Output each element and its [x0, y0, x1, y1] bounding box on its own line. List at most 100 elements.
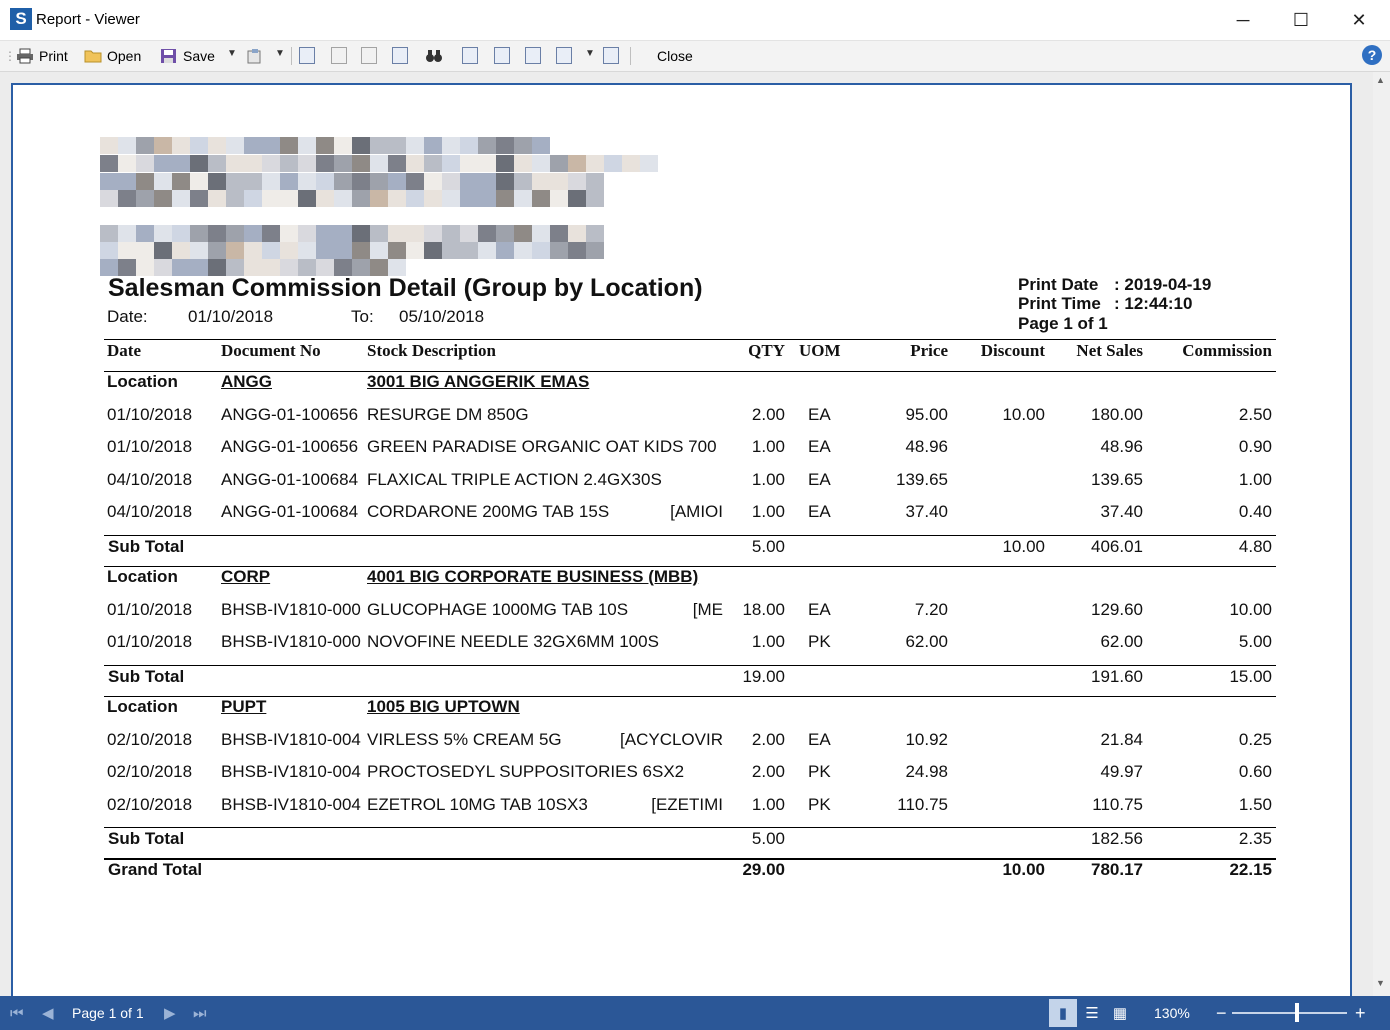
- redaction-pixel: [568, 242, 586, 259]
- bookmarks-icon[interactable]: [299, 47, 315, 64]
- redaction-pixel: [370, 225, 388, 242]
- cell-uom: PK: [808, 762, 831, 781]
- date-from: 01/10/2018: [188, 307, 274, 326]
- cell-comm: 0.40: [1238, 502, 1272, 521]
- cell-net: 49.97: [1100, 762, 1143, 781]
- save-dropdown-chevron-icon[interactable]: ▼: [227, 48, 237, 59]
- redaction-pixel: [406, 225, 424, 242]
- scroll-down-icon[interactable]: ▼: [1376, 978, 1385, 988]
- page-width-icon[interactable]: [603, 47, 619, 64]
- redaction-pixel: [406, 173, 424, 190]
- scroll-up-icon[interactable]: ▲: [1376, 75, 1385, 85]
- toolbar-separator: [291, 47, 292, 65]
- redaction-pixel: [460, 190, 478, 207]
- column-header-stock-description: Stock Description: [367, 341, 496, 360]
- cell-uom: EA: [808, 404, 831, 424]
- cell-doc: ANGG-01-100656: [221, 437, 359, 456]
- column-header-discount: Discount: [980, 341, 1045, 360]
- copy-icon[interactable]: [361, 47, 377, 64]
- cell-comm: 0.90: [1238, 437, 1272, 456]
- parameters-icon[interactable]: [331, 47, 347, 64]
- close-window-button[interactable]: ✕: [1330, 0, 1388, 40]
- export-dropdown-chevron-icon[interactable]: ▼: [275, 48, 285, 59]
- single-page-icon[interactable]: [462, 47, 478, 64]
- continuous-view-icon[interactable]: ☰: [1078, 999, 1106, 1027]
- subtotal-top-rule: [104, 534, 1276, 536]
- cell-net: 180.00: [1091, 404, 1143, 424]
- redaction-pixel: [316, 137, 334, 154]
- export-button[interactable]: [246, 45, 269, 67]
- redaction-pixel: [514, 242, 532, 259]
- grip-handle: ⋮: [4, 49, 16, 63]
- pages-dropdown-chevron-icon[interactable]: ▼: [585, 48, 595, 59]
- redaction-pixel: [424, 155, 442, 172]
- redaction-pixel: [262, 155, 280, 172]
- thumbnails-icon[interactable]: [392, 47, 408, 64]
- last-page-icon[interactable]: ⏭: [193, 996, 207, 1030]
- zoom-in-button[interactable]: +: [1355, 996, 1366, 1030]
- cell-doc: ANGG-01-100684: [221, 469, 359, 489]
- redaction-pixel: [298, 190, 316, 207]
- cell-comm: 15.00: [1229, 666, 1272, 686]
- two-pages-icon[interactable]: [525, 47, 541, 64]
- redaction-pixel: [514, 155, 532, 172]
- redaction-pixel: [172, 173, 190, 190]
- redaction-pixel: [154, 242, 172, 259]
- redaction-pixel: [118, 173, 136, 190]
- cell-price: 48.96: [905, 437, 948, 456]
- minimize-button[interactable]: ─: [1214, 0, 1272, 40]
- redaction-pixel: [406, 155, 424, 172]
- print-button[interactable]: Print: [16, 45, 68, 67]
- redaction-pixel: [388, 155, 406, 172]
- redaction-pixel: [136, 155, 154, 172]
- column-header-price: Price: [910, 341, 948, 360]
- to-label: To:: [351, 307, 374, 326]
- cell-desc: PROCTOSEDYL SUPPOSITORIES 6SX2: [367, 762, 685, 781]
- column-header-commission: Commission: [1182, 341, 1272, 360]
- redaction-pixel: [190, 225, 208, 242]
- redaction-pixel: [568, 225, 586, 242]
- next-page-icon[interactable]: ▶: [164, 996, 176, 1030]
- multi-page-view-icon[interactable]: ▦: [1106, 999, 1134, 1027]
- redaction-pixel: [226, 173, 244, 190]
- continuous-page-icon[interactable]: [494, 47, 510, 64]
- close-report-button[interactable]: Close: [657, 45, 693, 67]
- redaction-pixel: [442, 225, 460, 242]
- zoom-slider[interactable]: [1232, 1012, 1347, 1014]
- first-page-icon[interactable]: ⏮: [10, 996, 24, 1030]
- zoom-out-button[interactable]: −: [1216, 996, 1227, 1030]
- single-page-view-icon[interactable]: ▮: [1049, 999, 1077, 1027]
- maximize-button[interactable]: ☐: [1272, 0, 1330, 40]
- cell-date: 02/10/2018: [107, 794, 193, 814]
- save-button[interactable]: Save: [160, 45, 215, 67]
- multiple-pages-icon[interactable]: [556, 47, 572, 64]
- redaction-pixel: [388, 242, 406, 259]
- cell-uom: EA: [808, 502, 831, 521]
- cell-net: 21.84: [1100, 729, 1143, 749]
- cell-date: 04/10/2018: [107, 502, 193, 521]
- cell-date: 01/10/2018: [107, 437, 193, 456]
- redaction-pixel: [550, 155, 568, 172]
- cell-desc: GREEN PARADISE ORGANIC OAT KIDS 700: [367, 437, 717, 456]
- location-label: Location: [107, 372, 178, 391]
- vertical-scrollbar[interactable]: ▲ ▼: [1373, 72, 1390, 996]
- page-info: Page 1 of 1: [1018, 314, 1108, 333]
- previous-page-icon[interactable]: ◀: [42, 996, 54, 1030]
- open-button[interactable]: Open: [84, 45, 141, 67]
- cell-date: 01/10/2018: [107, 632, 193, 651]
- redaction-pixel: [388, 173, 406, 190]
- cell-price: 7.20: [914, 599, 948, 619]
- redaction-pixel: [298, 242, 316, 259]
- toolbar-separator: [630, 47, 631, 65]
- find-button[interactable]: [425, 45, 448, 67]
- redaction-pixel: [550, 190, 568, 207]
- cell-qty: 18.00: [742, 599, 785, 619]
- help-icon[interactable]: ?: [1362, 45, 1382, 65]
- redaction-pixel: [352, 190, 370, 207]
- zoom-slider-thumb[interactable]: [1295, 1003, 1299, 1022]
- redaction-pixel: [154, 137, 172, 154]
- redaction-pixel: [136, 190, 154, 207]
- redaction-pixel: [406, 190, 424, 207]
- redaction-pixel: [514, 173, 532, 190]
- cell-discount: 10.00: [1002, 859, 1045, 879]
